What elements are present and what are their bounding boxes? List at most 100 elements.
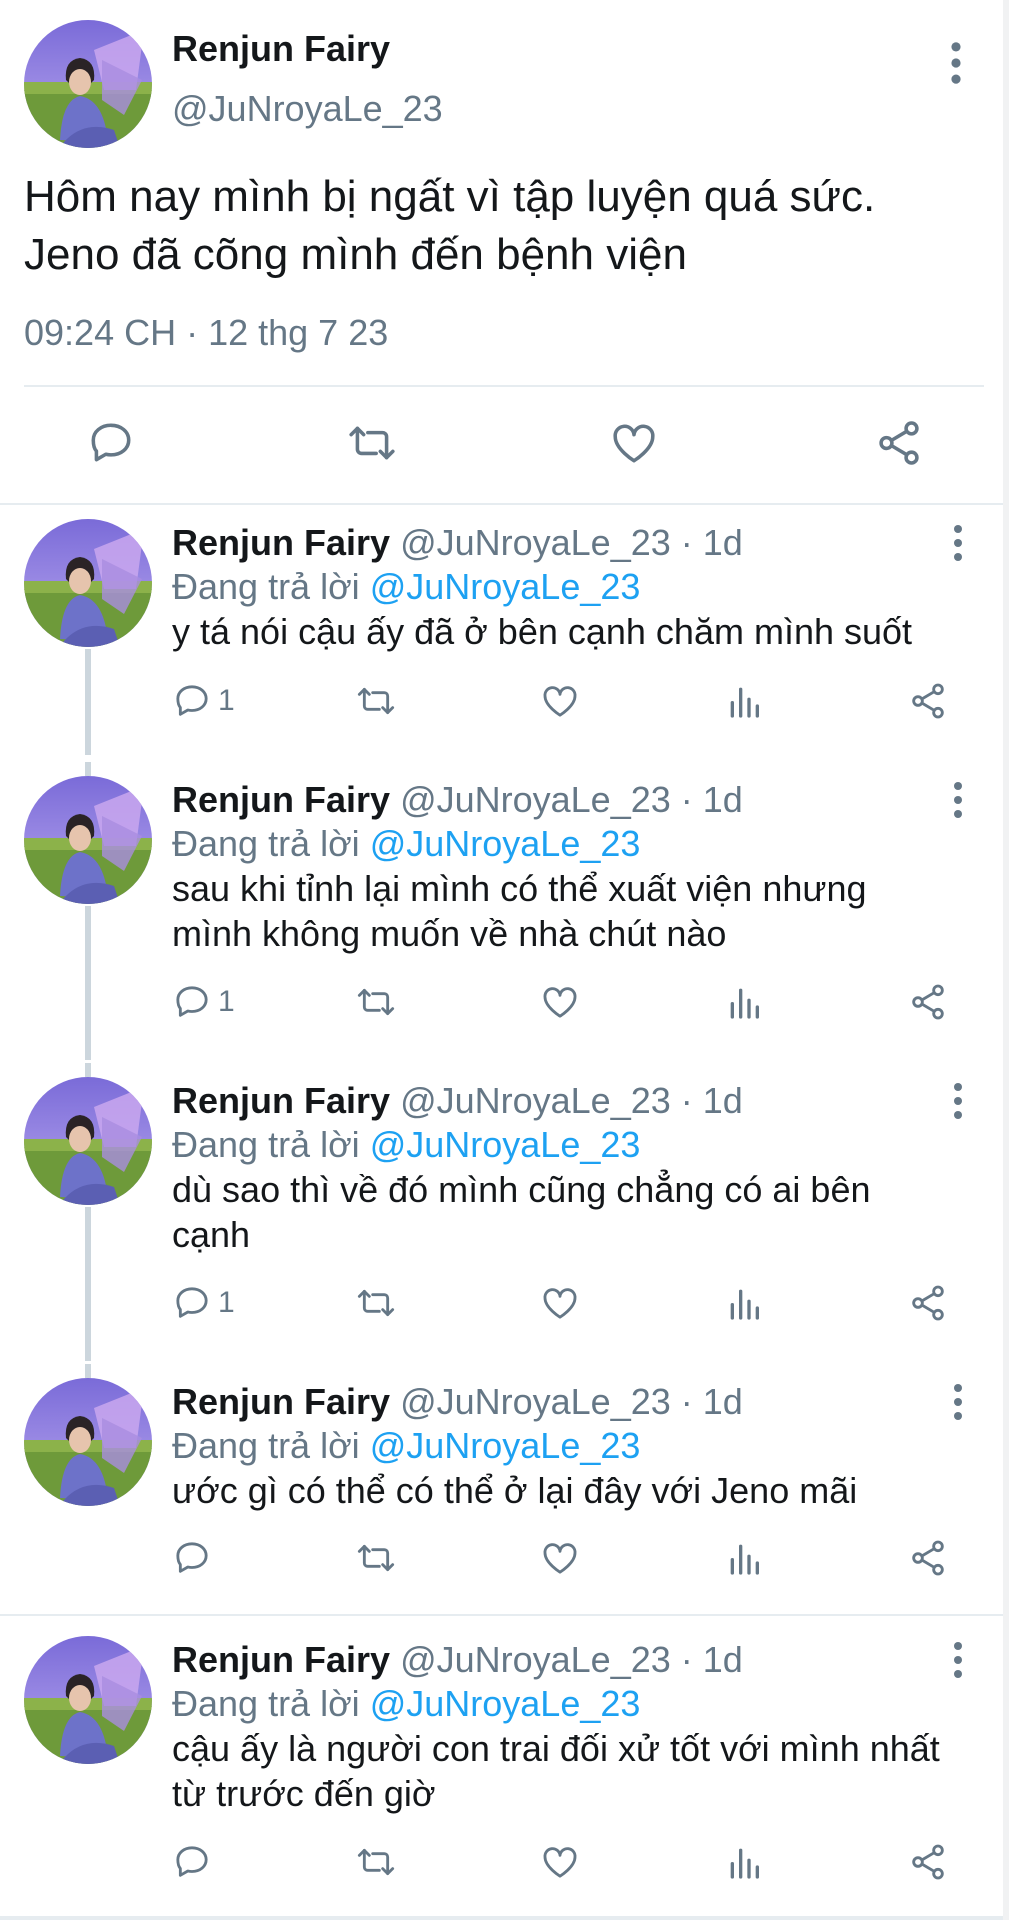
mention-link[interactable]: @JuNroyaLe_23	[370, 1425, 641, 1466]
replying-to: Đang trả lời @JuNroyaLe_23	[172, 1424, 640, 1468]
author-handle-time: @JuNroyaLe_23 · 1d	[400, 1639, 743, 1680]
share-button[interactable]	[908, 980, 948, 1024]
retweet-icon	[356, 1842, 396, 1882]
stats-button[interactable]	[724, 980, 764, 1024]
tweet-text-line: Jeno đã cõng mình đến bệnh viện	[24, 230, 687, 279]
like-icon	[540, 1283, 580, 1323]
tweet-text-line: Hôm nay mình bị ngất vì tập luyện quá sứ…	[24, 172, 876, 221]
author-handle[interactable]: @JuNroyaLe_23	[172, 88, 443, 130]
like-icon	[540, 1842, 580, 1882]
stats-button[interactable]	[724, 679, 764, 723]
mention-link[interactable]: @JuNroyaLe_23	[370, 1683, 641, 1724]
mention-link[interactable]: @JuNroyaLe_23	[370, 566, 641, 607]
retweet-icon	[356, 1283, 396, 1323]
reply-icon	[172, 681, 212, 721]
reply-actions	[172, 1536, 972, 1580]
mention-link[interactable]: @JuNroyaLe_23	[370, 1124, 641, 1165]
retweet-icon	[356, 1538, 396, 1578]
retweet-button[interactable]	[356, 1536, 396, 1580]
share-button[interactable]	[908, 1281, 948, 1325]
like-button[interactable]	[540, 1840, 580, 1884]
retweet-button[interactable]	[356, 679, 396, 723]
share-icon	[908, 681, 948, 721]
author-name[interactable]: Renjun Fairy	[172, 522, 390, 563]
reply-text: cậu ấy là người con trai đối xử tốt với …	[172, 1726, 972, 1816]
like-icon	[540, 1538, 580, 1578]
avatar[interactable]	[24, 1378, 152, 1506]
reply-tweet[interactable]: Renjun Fairy @JuNroyaLe_23 · 1d Đang trả…	[0, 1364, 1003, 1614]
more-options-icon[interactable]	[948, 1640, 968, 1680]
reply-icon[interactable]	[86, 418, 136, 468]
more-options-icon[interactable]	[948, 1382, 968, 1422]
author-name[interactable]: Renjun Fairy	[172, 1080, 390, 1121]
reply-header: Renjun Fairy @JuNroyaLe_23 · 1d	[172, 778, 743, 822]
reply-text-line: dù sao thì về đó mình cũng chẳng có ai b…	[172, 1169, 871, 1210]
reply-button[interactable]: 1	[172, 980, 235, 1024]
reply-header: Renjun Fairy @JuNroyaLe_23 · 1d	[172, 1079, 743, 1123]
more-options-icon[interactable]	[948, 1081, 968, 1121]
like-button[interactable]	[540, 980, 580, 1024]
stats-button[interactable]	[724, 1281, 764, 1325]
like-icon[interactable]	[609, 418, 659, 468]
reply-icon	[172, 1842, 212, 1882]
stats-icon	[724, 681, 764, 721]
replying-label: Đang trả lời	[172, 566, 360, 607]
reply-count: 1	[218, 985, 235, 1018]
share-button[interactable]	[908, 1536, 948, 1580]
reply-header: Renjun Fairy @JuNroyaLe_23 · 1d	[172, 1638, 743, 1682]
author-name[interactable]: Renjun Fairy	[172, 1639, 390, 1680]
like-button[interactable]	[540, 1536, 580, 1580]
avatar[interactable]	[24, 20, 152, 148]
retweet-icon[interactable]	[347, 418, 397, 468]
replying-label: Đang trả lời	[172, 1124, 360, 1165]
reply-button[interactable]: 1	[172, 1281, 235, 1325]
share-button[interactable]	[908, 679, 948, 723]
stats-button[interactable]	[724, 1840, 764, 1884]
reply-tweet[interactable]: Renjun Fairy @JuNroyaLe_23 · 1d Đang trả…	[0, 762, 1003, 1060]
retweet-button[interactable]	[356, 1281, 396, 1325]
avatar[interactable]	[24, 776, 152, 904]
more-options-icon[interactable]	[948, 523, 968, 563]
avatar[interactable]	[24, 1636, 152, 1764]
stats-icon	[724, 1842, 764, 1882]
reply-text: ước gì có thể có thể ở lại đây với Jeno …	[172, 1468, 972, 1513]
mention-link[interactable]: @JuNroyaLe_23	[370, 823, 641, 864]
share-button[interactable]	[908, 1840, 948, 1884]
like-button[interactable]	[540, 679, 580, 723]
more-options-icon[interactable]	[948, 780, 968, 820]
replying-label: Đang trả lời	[172, 1683, 360, 1724]
scrollbar-track	[1003, 0, 1009, 1920]
like-icon	[540, 982, 580, 1022]
reply-button[interactable]	[172, 1536, 212, 1580]
author-name[interactable]: Renjun Fairy	[172, 1381, 390, 1422]
avatar[interactable]	[24, 1077, 152, 1205]
thread-line	[85, 1364, 91, 1378]
thread-line	[85, 649, 91, 755]
reply-button[interactable]: 1	[172, 679, 235, 723]
reply-text: y tá nói cậu ấy đã ở bên cạnh chăm mình …	[172, 609, 972, 654]
tweet-timestamp: 09:24 CH · 12 thg 7 23	[24, 312, 389, 353]
reply-icon	[172, 1538, 212, 1578]
share-icon	[908, 982, 948, 1022]
reply-text-line: sau khi tỉnh lại mình có thể xuất viện n…	[172, 868, 867, 909]
reply-button[interactable]	[172, 1840, 212, 1884]
stats-button[interactable]	[724, 1536, 764, 1580]
retweet-button[interactable]	[356, 1840, 396, 1884]
reply-text-line: từ trước đến giờ	[172, 1773, 436, 1814]
more-options-icon[interactable]	[944, 40, 968, 86]
author-handle-time: @JuNroyaLe_23 · 1d	[400, 1080, 743, 1121]
avatar[interactable]	[24, 519, 152, 647]
reply-tweet[interactable]: Renjun Fairy @JuNroyaLe_23 · 1d Đang trả…	[0, 1622, 1003, 1916]
reply-tweet[interactable]: Renjun Fairy @JuNroyaLe_23 · 1d Đang trả…	[0, 1063, 1003, 1361]
share-icon	[908, 1842, 948, 1882]
reply-tweet[interactable]: Renjun Fairy @JuNroyaLe_23 · 1d Đang trả…	[0, 505, 1003, 755]
author-name[interactable]: Renjun Fairy	[172, 28, 390, 70]
reply-text-line: mình không muốn về nhà chút nào	[172, 913, 727, 954]
reply-header: Renjun Fairy @JuNroyaLe_23 · 1d	[172, 521, 743, 565]
reply-text: dù sao thì về đó mình cũng chẳng có ai b…	[172, 1167, 972, 1257]
main-tweet: Renjun Fairy @JuNroyaLe_23 Hôm nay mình …	[0, 0, 1003, 503]
retweet-button[interactable]	[356, 980, 396, 1024]
share-icon[interactable]	[874, 418, 924, 468]
like-button[interactable]	[540, 1281, 580, 1325]
author-name[interactable]: Renjun Fairy	[172, 779, 390, 820]
